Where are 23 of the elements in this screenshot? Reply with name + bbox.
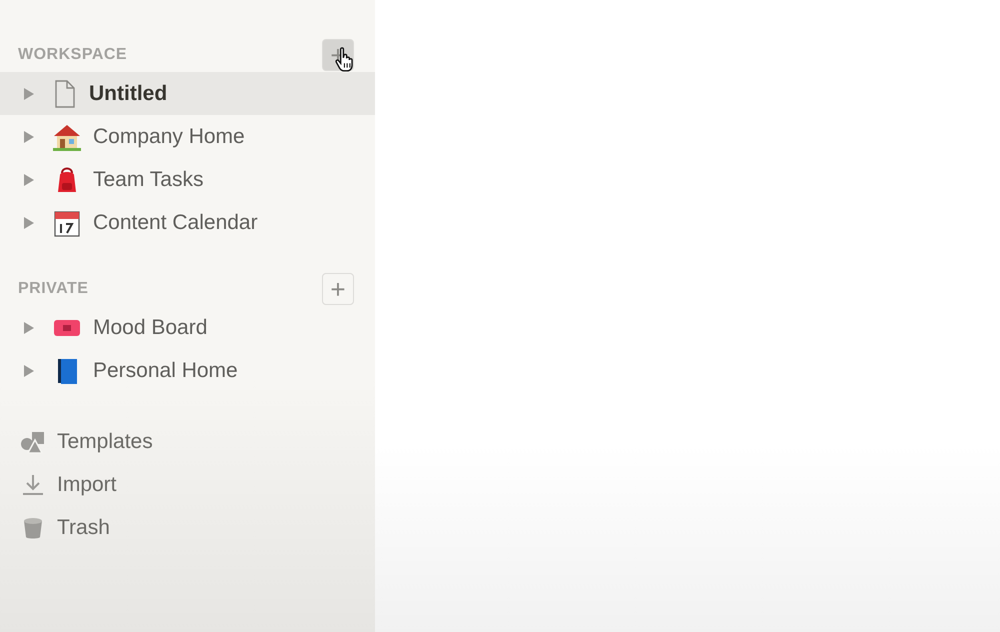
page-item[interactable]: Untitled bbox=[0, 72, 375, 115]
expand-triangle-icon bbox=[24, 88, 34, 100]
section-title: WORKSPACE bbox=[18, 46, 128, 64]
page-item[interactable]: Company Home bbox=[0, 115, 375, 158]
page-item[interactable]: Personal Home bbox=[0, 349, 375, 392]
expand-triangle-icon bbox=[24, 174, 34, 186]
page-item[interactable]: Mood Board bbox=[0, 306, 375, 349]
sidebar-link[interactable]: Templates bbox=[0, 420, 375, 463]
section-title: PRIVATE bbox=[18, 280, 88, 298]
house-icon bbox=[53, 122, 81, 150]
expand-triangle-icon bbox=[24, 364, 34, 376]
page-item[interactable]: Content Calendar bbox=[0, 201, 375, 244]
expand-triangle-icon bbox=[24, 130, 34, 142]
add-page-button[interactable]: + bbox=[322, 273, 354, 305]
sidebar-link[interactable]: Trash bbox=[0, 506, 375, 549]
expand-triangle-icon bbox=[24, 216, 34, 228]
page-item[interactable]: Team Tasks bbox=[0, 158, 375, 201]
page-icon bbox=[53, 80, 77, 108]
calendar-icon bbox=[53, 208, 81, 236]
shapes-icon bbox=[20, 430, 46, 454]
expand-triangle-icon bbox=[24, 322, 34, 334]
sidebar-link[interactable]: Import bbox=[0, 463, 375, 506]
download-icon bbox=[20, 472, 46, 496]
